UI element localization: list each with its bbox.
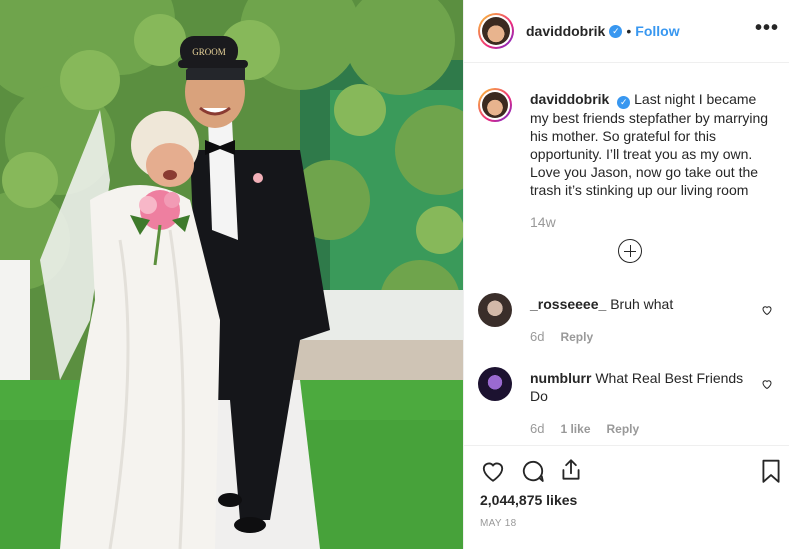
wedding-photo-image: GROOM [0, 0, 463, 549]
load-more-comments-icon[interactable] [618, 239, 642, 263]
comment-username[interactable]: _rosseeee_ [530, 296, 606, 312]
post-date[interactable]: MAY 18 [480, 518, 516, 529]
likes-count[interactable]: 2,044,875 likes [480, 492, 577, 508]
comment-item: _rosseeee_ Bruh what 6d Reply [478, 293, 773, 353]
separator-dot: • [626, 23, 632, 39]
comment-text: Bruh what [610, 296, 674, 312]
reply-button[interactable]: Reply [607, 422, 640, 436]
comment-username[interactable]: numblurr [530, 370, 591, 386]
caption-author-avatar[interactable] [478, 88, 512, 122]
avatar-image [482, 17, 510, 45]
post-details-panel: daviddobrik ✓ • Follow ••• daviddobrik ✓… [463, 0, 789, 549]
bookmark-icon[interactable] [758, 458, 784, 484]
heart-icon[interactable] [480, 458, 506, 484]
avatar-image [482, 92, 508, 118]
comment-meta: 6d Reply [530, 329, 593, 344]
commenter-avatar[interactable] [478, 367, 512, 401]
hat-text: GROOM [192, 47, 226, 57]
comment-item: numblurr What Real Best Friends Do 6d 1 … [478, 367, 773, 443]
comment-like-heart-icon[interactable] [761, 304, 773, 316]
verified-badge-icon: ✓ [609, 24, 623, 38]
share-icon[interactable] [558, 457, 584, 483]
caption-username[interactable]: daviddobrik [530, 91, 609, 107]
post-header: daviddobrik ✓ • Follow ••• [464, 0, 789, 63]
comment-meta: 6d 1 like Reply [530, 421, 639, 436]
commenter-avatar[interactable] [478, 293, 512, 327]
caption-time[interactable]: 14w [530, 214, 556, 230]
comment-likes-count[interactable]: 1 like [560, 422, 590, 436]
comment-body: _rosseeee_ Bruh what [530, 295, 751, 313]
post-photo[interactable]: GROOM [0, 0, 463, 549]
comment-like-heart-icon[interactable] [761, 378, 773, 390]
post-actions: 2,044,875 likes MAY 18 [464, 445, 789, 549]
comment-body: numblurr What Real Best Friends Do [530, 369, 751, 405]
comments-list[interactable]: daviddobrik ✓ Last night I became my bes… [464, 63, 789, 445]
follow-button[interactable]: Follow [635, 23, 679, 39]
caption-meta: 14w [530, 214, 556, 230]
comment-time[interactable]: 6d [530, 421, 544, 436]
more-options-icon[interactable]: ••• [755, 18, 779, 38]
avatar-ring [480, 15, 512, 47]
reply-button[interactable]: Reply [560, 330, 593, 344]
comment-time[interactable]: 6d [530, 329, 544, 344]
author-username[interactable]: daviddobrik [526, 23, 605, 39]
comment-icon[interactable] [520, 458, 546, 484]
caption-text: Last night I became my best friends step… [530, 91, 769, 198]
verified-badge-icon: ✓ [617, 96, 631, 109]
caption-body: daviddobrik ✓ Last night I became my bes… [530, 90, 773, 199]
author-avatar[interactable] [478, 13, 514, 49]
avatar-ring [480, 90, 510, 120]
